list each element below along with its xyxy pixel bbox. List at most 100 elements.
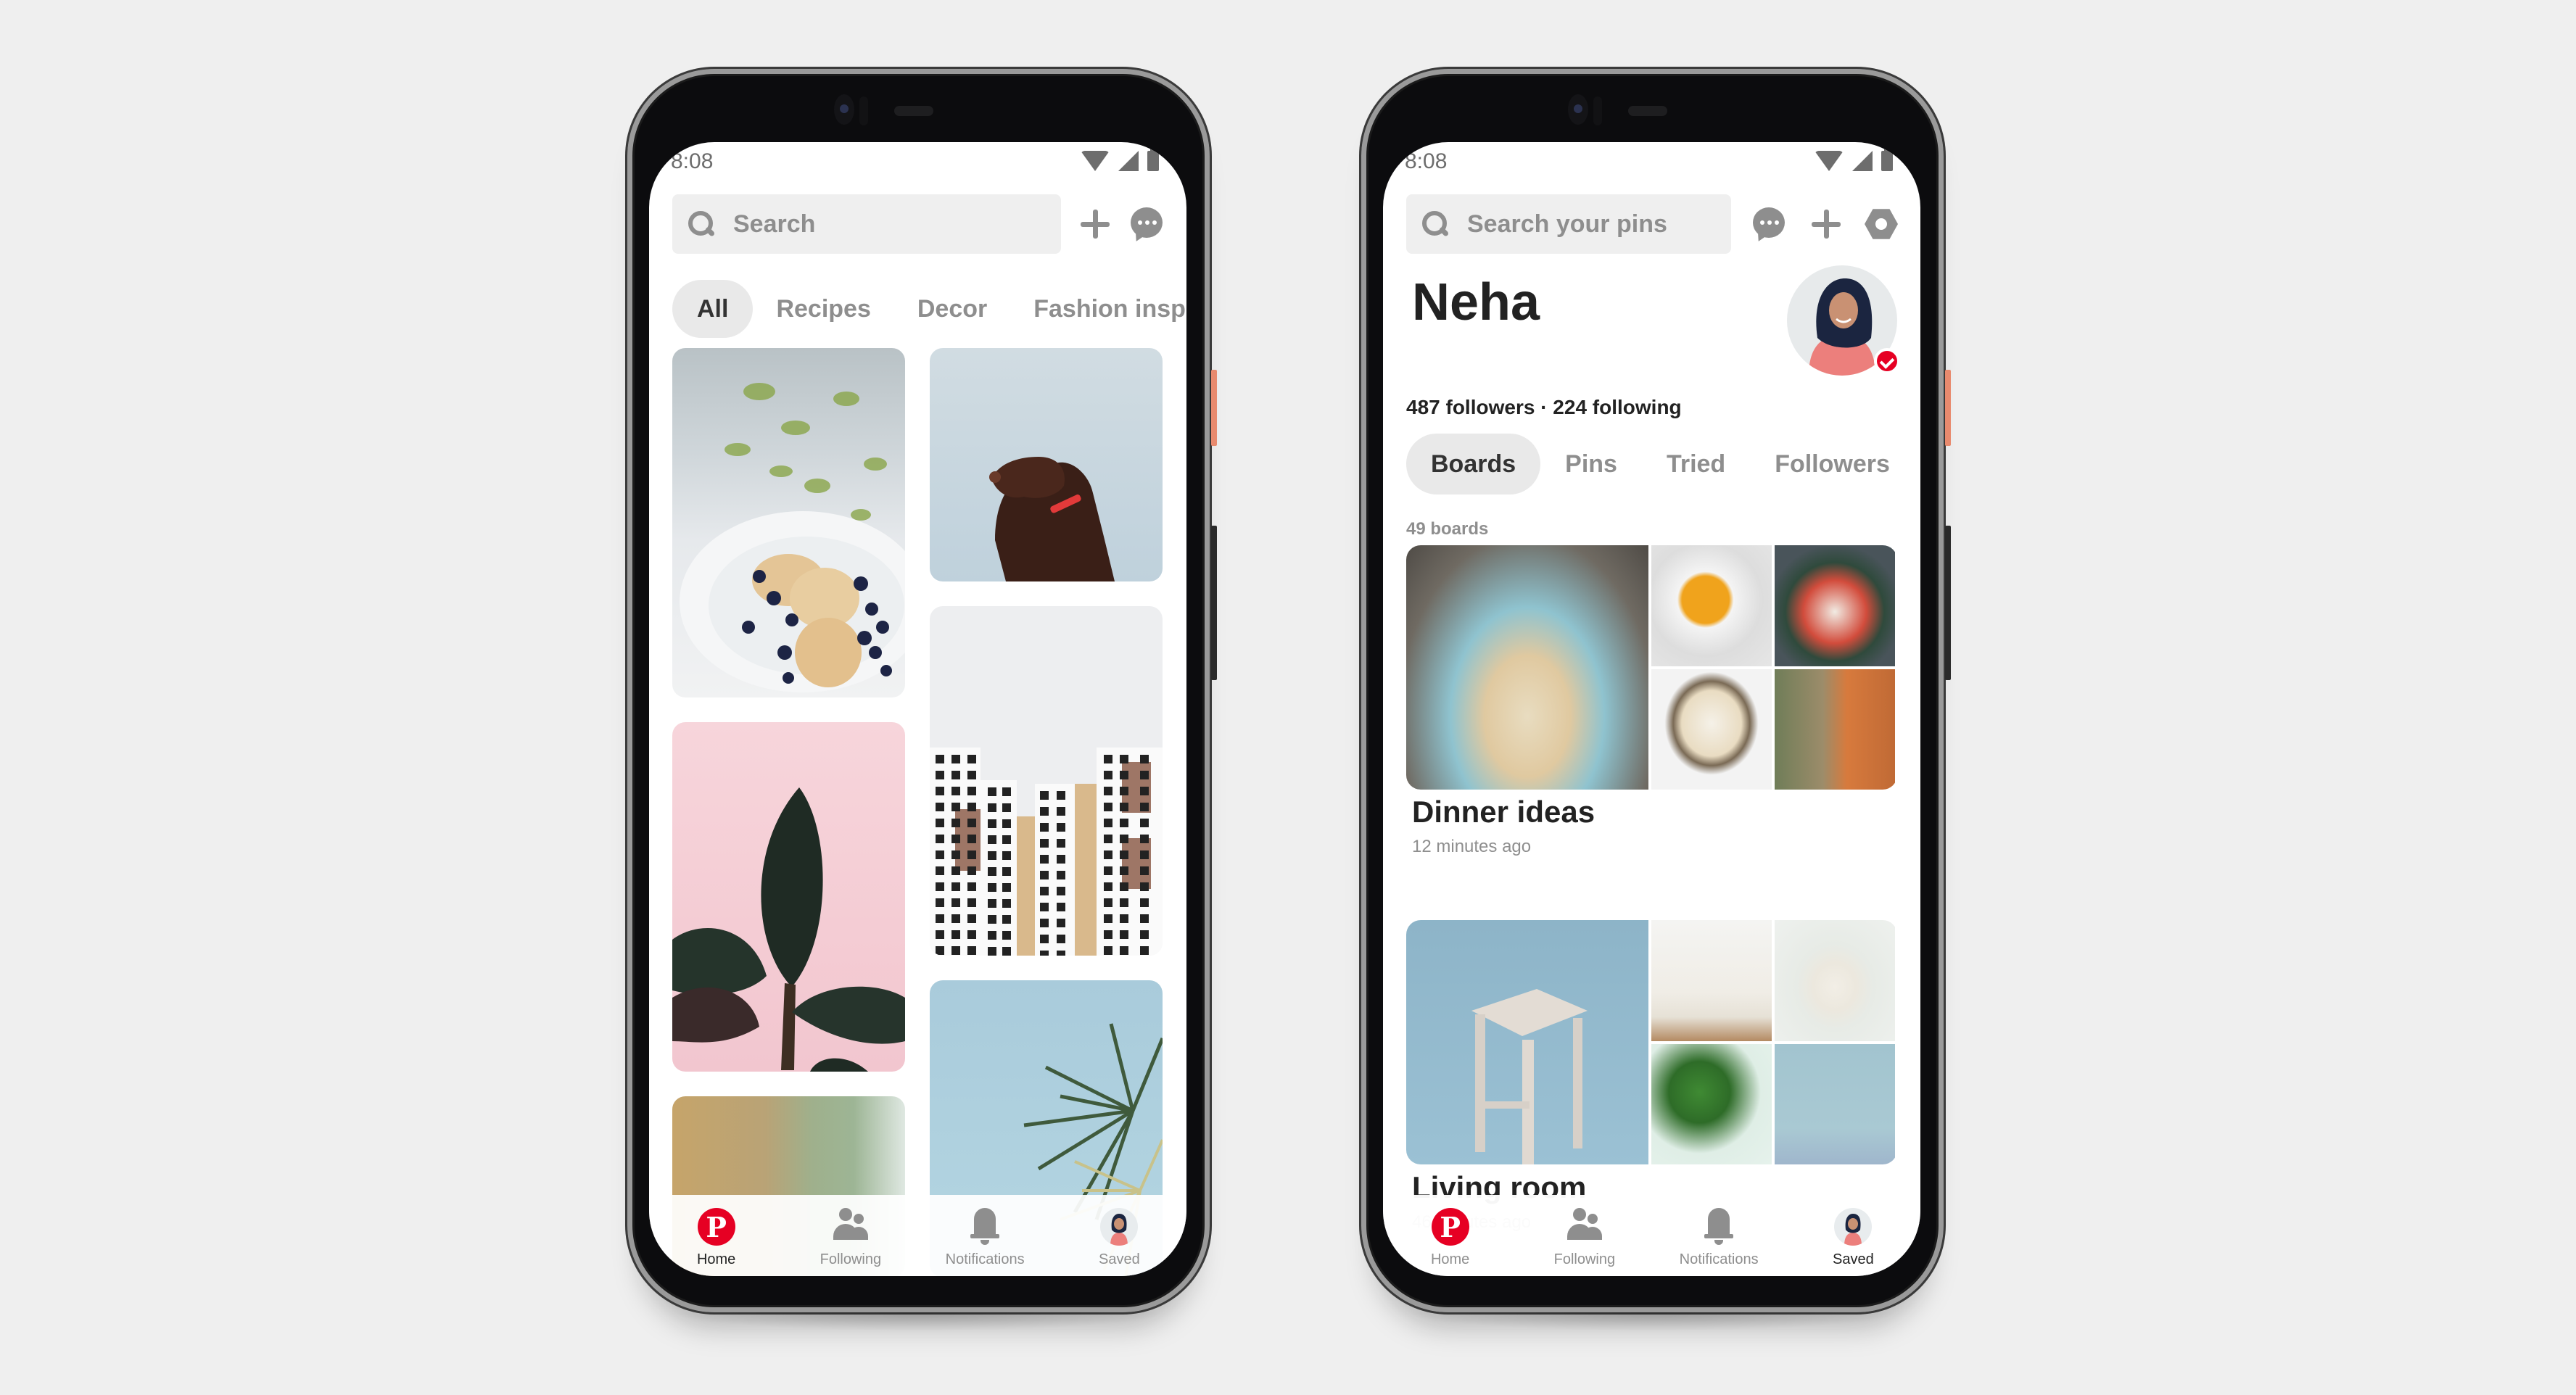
bell-icon bbox=[966, 1208, 1004, 1246]
board-dinner-ideas[interactable] bbox=[1406, 545, 1897, 790]
search-icon bbox=[1422, 211, 1448, 237]
chip-decor[interactable]: Decor bbox=[894, 280, 1010, 338]
tab-followers[interactable]: Followers bbox=[1750, 434, 1915, 494]
category-chips: All Recipes Decor Fashion insp bbox=[672, 280, 1186, 338]
nav-following-label: Following bbox=[1553, 1251, 1616, 1267]
pin-pancakes-image bbox=[680, 383, 905, 692]
pin-buildings[interactable] bbox=[930, 606, 1163, 956]
front-camera-icon bbox=[1568, 94, 1588, 125]
bottom-nav: P Home Following Notifications Saved bbox=[649, 1195, 1186, 1276]
nav-saved[interactable]: Saved bbox=[1052, 1195, 1186, 1276]
profile-name: Neha bbox=[1412, 273, 1540, 331]
profile-avatar[interactable] bbox=[1787, 265, 1900, 376]
bell-icon bbox=[1700, 1208, 1738, 1246]
wifi-icon bbox=[1081, 151, 1110, 171]
profile-tabs: Boards Pins Tried Followers bbox=[1406, 434, 1915, 494]
followers-count[interactable]: 487 followers bbox=[1406, 396, 1535, 418]
status-bar: 8:08 bbox=[1383, 142, 1920, 187]
signal-icon bbox=[1852, 151, 1873, 171]
board-count: 49 boards bbox=[1406, 519, 1489, 539]
home-screen: 8:08 Search All Recipes Decor Fashion in… bbox=[649, 142, 1186, 1276]
pin-pancakes[interactable] bbox=[672, 348, 905, 698]
plus-icon[interactable] bbox=[1078, 207, 1112, 241]
chip-recipes[interactable]: Recipes bbox=[753, 280, 893, 338]
tab-tried[interactable]: Tried bbox=[1642, 434, 1750, 494]
search-placeholder: Search bbox=[733, 210, 816, 238]
battery-icon bbox=[1147, 148, 1159, 171]
chip-all[interactable]: All bbox=[672, 280, 754, 338]
nav-saved-label: Saved bbox=[1833, 1251, 1874, 1267]
search-pins-input[interactable]: Search your pins bbox=[1406, 194, 1731, 254]
board-title[interactable]: Dinner ideas bbox=[1412, 795, 1595, 829]
volume-button bbox=[1945, 526, 1951, 680]
sensor-icon bbox=[1593, 96, 1602, 125]
follow-stats: 487 followers · 224 following bbox=[1406, 396, 1682, 419]
power-button bbox=[1211, 370, 1217, 446]
nav-following[interactable]: Following bbox=[783, 1195, 917, 1276]
tab-boards[interactable]: Boards bbox=[1406, 434, 1541, 494]
chat-bubble-icon[interactable] bbox=[1753, 207, 1786, 244]
nav-notifications-label: Notifications bbox=[945, 1251, 1025, 1267]
stats-separator: · bbox=[1540, 396, 1548, 418]
settings-icon[interactable] bbox=[1865, 209, 1898, 239]
signal-icon bbox=[1118, 151, 1139, 171]
board-updated: 12 minutes ago bbox=[1412, 837, 1532, 856]
battery-icon bbox=[1881, 148, 1893, 171]
nav-home-label: Home bbox=[1430, 1251, 1470, 1267]
pin-rubber-plant-image bbox=[672, 787, 905, 1072]
pin-rubber-plant[interactable] bbox=[672, 722, 905, 1072]
pin-dog[interactable] bbox=[930, 348, 1163, 581]
speaker-grille-icon bbox=[1628, 106, 1667, 116]
phone-profile: 8:08 Search your pins Neha 487 followers… bbox=[1361, 69, 1951, 1331]
board-image-blue-sofa bbox=[1775, 1043, 1895, 1164]
people-icon bbox=[832, 1208, 870, 1246]
nav-following-label: Following bbox=[820, 1251, 882, 1267]
search-placeholder: Search your pins bbox=[1467, 210, 1667, 238]
board-image-caprese bbox=[1775, 545, 1895, 666]
board-image-monstera bbox=[1651, 1043, 1772, 1164]
avatar-icon bbox=[1834, 1208, 1873, 1246]
pin-buildings-image bbox=[930, 748, 1163, 956]
volume-button bbox=[1211, 526, 1217, 680]
status-time: 8:08 bbox=[671, 149, 714, 173]
avatar-icon bbox=[1100, 1208, 1139, 1246]
chip-fashion[interactable]: Fashion insp bbox=[1010, 280, 1186, 338]
sensor-icon bbox=[859, 96, 868, 125]
nav-notifications[interactable]: Notifications bbox=[918, 1195, 1052, 1276]
board-image-sofa-room bbox=[1651, 920, 1772, 1041]
nav-home[interactable]: P Home bbox=[649, 1195, 783, 1276]
search-icon bbox=[688, 211, 714, 237]
status-bar: 8:08 bbox=[649, 142, 1186, 187]
plus-icon[interactable] bbox=[1809, 207, 1843, 241]
pinterest-logo-icon: P bbox=[1431, 1208, 1469, 1246]
board-image-vegetables bbox=[1775, 668, 1895, 790]
nav-home-label: Home bbox=[696, 1251, 736, 1267]
chat-bubble-icon[interactable] bbox=[1131, 207, 1164, 244]
speaker-grille-icon bbox=[894, 106, 933, 116]
following-count[interactable]: 224 following bbox=[1553, 396, 1681, 418]
status-time: 8:08 bbox=[1405, 149, 1448, 173]
board-image-tacos bbox=[1406, 545, 1648, 790]
pinterest-logo-icon: P bbox=[697, 1208, 735, 1246]
profile-screen: 8:08 Search your pins Neha 487 followers… bbox=[1383, 142, 1920, 1276]
search-input[interactable]: Search bbox=[672, 194, 1061, 254]
board-living-room[interactable] bbox=[1406, 920, 1897, 1164]
front-camera-icon bbox=[834, 94, 854, 125]
nav-following[interactable]: Following bbox=[1517, 1195, 1651, 1276]
tab-pins[interactable]: Pins bbox=[1540, 434, 1642, 494]
board-image-toast bbox=[1651, 668, 1772, 790]
nav-saved-label: Saved bbox=[1099, 1251, 1140, 1267]
pin-dog-image bbox=[989, 457, 1115, 581]
nav-notifications[interactable]: Notifications bbox=[1652, 1195, 1786, 1276]
nav-notifications-label: Notifications bbox=[1679, 1251, 1759, 1267]
board-image-armchair bbox=[1775, 920, 1895, 1041]
wifi-icon bbox=[1815, 151, 1844, 171]
phone-home-feed: 8:08 Search All Recipes Decor Fashion in… bbox=[627, 69, 1217, 1331]
nav-home[interactable]: P Home bbox=[1383, 1195, 1517, 1276]
verified-badge-icon bbox=[1874, 348, 1900, 374]
bottom-nav: P Home Following Notifications Saved bbox=[1383, 1195, 1920, 1276]
board-image-soup bbox=[1651, 545, 1772, 666]
power-button bbox=[1945, 370, 1951, 446]
board-image-stool bbox=[1406, 920, 1648, 1164]
nav-saved[interactable]: Saved bbox=[1786, 1195, 1920, 1276]
